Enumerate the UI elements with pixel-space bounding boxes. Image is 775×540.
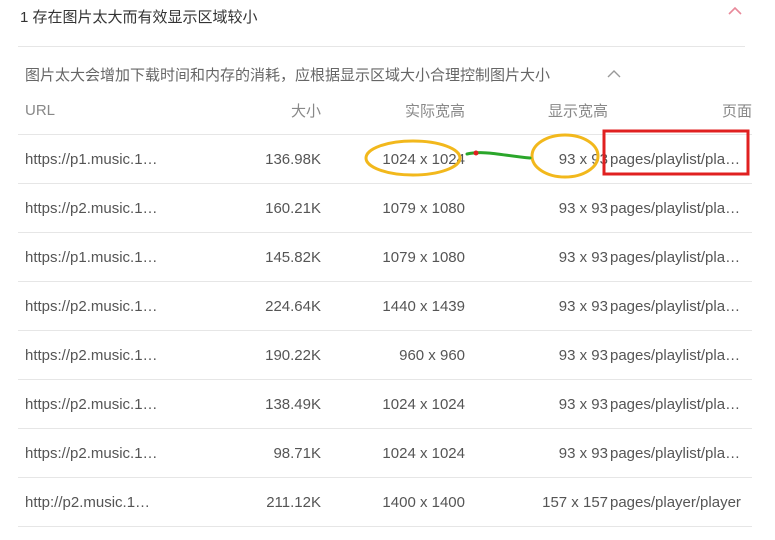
chevron-up-icon[interactable] bbox=[607, 69, 621, 79]
column-header-page: 页面 bbox=[608, 86, 752, 135]
image-size-cell: 160.21K bbox=[185, 183, 321, 233]
table-row: https://p1.music.1… 145.82K 1079 x 1080 … bbox=[18, 232, 752, 282]
image-url-link[interactable]: https://p1.music.1… bbox=[18, 232, 185, 282]
column-header-actual-size: 实际宽高 bbox=[321, 86, 465, 135]
page-path-cell: pages/playlist/pla… bbox=[608, 281, 752, 331]
actual-size-cell: 1400 x 1400 bbox=[321, 477, 465, 527]
column-header-url: URL bbox=[18, 86, 185, 135]
page-path-cell: pages/playlist/pla… bbox=[608, 232, 752, 282]
actual-size-cell: 1079 x 1080 bbox=[321, 232, 465, 282]
actual-size-cell: 1024 x 1024 bbox=[321, 379, 465, 429]
display-size-cell: 93 x 93 bbox=[465, 183, 608, 233]
image-url-link[interactable]: http://p2.music.1… bbox=[18, 477, 185, 527]
image-url-link[interactable]: https://p1.music.1… bbox=[18, 134, 185, 184]
image-size-cell: 98.71K bbox=[185, 428, 321, 478]
table-row: https://p2.music.1… 190.22K 960 x 960 93… bbox=[18, 330, 752, 380]
actual-size-cell: 1024 x 1024 bbox=[321, 428, 465, 478]
image-size-cell: 138.49K bbox=[185, 379, 321, 429]
display-size-cell: 93 x 93 bbox=[465, 232, 608, 282]
table-row: https://p2.music.1… 98.71K 1024 x 1024 9… bbox=[18, 428, 752, 478]
image-size-cell: 145.82K bbox=[185, 232, 321, 282]
actual-size-cell: 1440 x 1439 bbox=[321, 281, 465, 331]
table-row: https://p1.music.1… 136.98K 1024 x 1024 … bbox=[18, 134, 752, 184]
page-path-cell: pages/playlist/pla… bbox=[608, 183, 752, 233]
display-size-cell: 157 x 157 bbox=[465, 477, 608, 527]
display-size-cell: 93 x 93 bbox=[465, 281, 608, 331]
image-table: URL 大小 实际宽高 显示宽高 页面 https://p1.music.1… … bbox=[18, 86, 752, 527]
image-url-link[interactable]: https://p2.music.1… bbox=[18, 183, 185, 233]
image-url-link[interactable]: https://p2.music.1… bbox=[18, 379, 185, 429]
image-size-cell: 136.98K bbox=[185, 134, 321, 184]
page-path-cell: pages/playlist/pla… bbox=[608, 428, 752, 478]
chevron-up-icon[interactable] bbox=[728, 6, 742, 16]
divider bbox=[18, 46, 745, 47]
actual-size-cell: 1079 x 1080 bbox=[321, 183, 465, 233]
actual-size-cell: 1024 x 1024 bbox=[321, 134, 465, 184]
section-title: 1 存在图片太大而有效显示区域较小 bbox=[20, 9, 258, 26]
image-url-link[interactable]: https://p2.music.1… bbox=[18, 330, 185, 380]
table-row: http://p2.music.1… 211.12K 1400 x 1400 1… bbox=[18, 477, 752, 527]
table-row: https://p2.music.1… 160.21K 1079 x 1080 … bbox=[18, 183, 752, 233]
column-header-display-size: 显示宽高 bbox=[465, 86, 608, 135]
display-size-cell: 93 x 93 bbox=[465, 379, 608, 429]
page-path-cell: pages/playlist/pla… bbox=[608, 330, 752, 380]
table-row: https://p2.music.1… 138.49K 1024 x 1024 … bbox=[18, 379, 752, 429]
image-url-link[interactable]: https://p2.music.1… bbox=[18, 281, 185, 331]
column-header-size: 大小 bbox=[185, 86, 321, 135]
section-header[interactable]: 1 存在图片太大而有效显示区域较小 bbox=[0, 0, 775, 30]
actual-size-cell: 960 x 960 bbox=[321, 330, 465, 380]
image-size-cell: 190.22K bbox=[185, 330, 321, 380]
display-size-cell: 93 x 93 bbox=[465, 134, 608, 184]
table-header-row: URL 大小 实际宽高 显示宽高 页面 bbox=[18, 86, 752, 135]
table-row: https://p2.music.1… 224.64K 1440 x 1439 … bbox=[18, 281, 752, 331]
image-url-link[interactable]: https://p2.music.1… bbox=[18, 428, 185, 478]
display-size-cell: 93 x 93 bbox=[465, 428, 608, 478]
image-size-cell: 224.64K bbox=[185, 281, 321, 331]
page-path-cell: pages/playlist/pla… bbox=[608, 379, 752, 429]
image-size-cell: 211.12K bbox=[185, 477, 321, 527]
page-path-cell: pages/player/player bbox=[608, 477, 752, 527]
page-path-cell: pages/playlist/pla… bbox=[608, 134, 752, 184]
description-text: 图片太大会增加下载时间和内存的消耗，应根据显示区域大小合理控制图片大小 bbox=[25, 67, 551, 84]
display-size-cell: 93 x 93 bbox=[465, 330, 608, 380]
